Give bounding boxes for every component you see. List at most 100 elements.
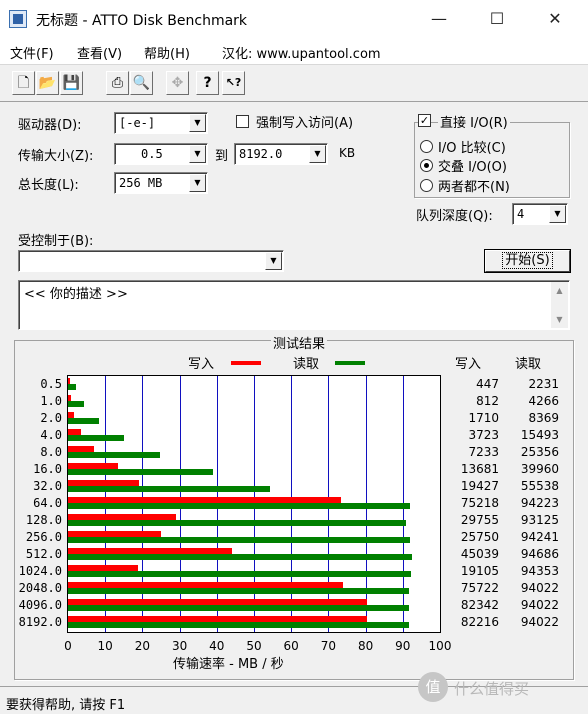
read-bar (68, 469, 214, 475)
toolbar: 🗋 📂 💾 ⎙ 🔍 ✥ ? ↖? (0, 64, 588, 102)
y-tick-label: 8.0 (40, 445, 62, 459)
results-panel: 测试结果 写入 读取 写入 读取 传输速率 - MB / 秒 0.5 447 223… (14, 333, 574, 680)
write-speed-value: 29755 (460, 513, 499, 527)
help-icon[interactable]: ? (196, 71, 219, 95)
move-icon[interactable]: ✥ (166, 71, 189, 95)
write-speed-value: 25750 (460, 530, 499, 544)
read-speed-value: 94022 (520, 581, 559, 595)
neither-label: 两者都不(N) (438, 180, 510, 195)
start-button[interactable]: 开始(S) (485, 250, 570, 272)
x-axis-title: 传输速率 - MB / 秒 (173, 657, 284, 672)
description-field[interactable]: << 你的描述 >> ▲ ▼ (18, 280, 570, 330)
read-speed-value: 93125 (520, 513, 559, 527)
write-speed-value: 75722 (460, 581, 499, 595)
write-speed-value: 82216 (460, 615, 499, 629)
status-text: 要获得帮助, 请按 F1 (6, 698, 126, 713)
y-tick-label: 4096.0 (18, 598, 62, 612)
write-speed-value: 45039 (460, 547, 499, 561)
force-write-checkbox[interactable] (236, 115, 249, 128)
menu-localization-note[interactable]: 汉化: www.upantool.com (222, 43, 381, 62)
x-tick-label: 90 (395, 639, 411, 653)
chevron-down-icon[interactable]: ▼ (265, 252, 282, 270)
write-speed-value: 3723 (468, 428, 499, 442)
new-file-icon[interactable]: 🗋 (12, 71, 35, 95)
read-bar (68, 418, 99, 424)
neither-radio[interactable] (420, 179, 433, 192)
read-speed-value: 94022 (520, 598, 559, 612)
watermark: 值 什么值得买 (418, 668, 586, 708)
y-tick-label: 1024.0 (18, 564, 62, 578)
transfer-size-label: 传输大小(Z): (18, 149, 94, 164)
direct-io-checkbox[interactable]: ✓ (418, 114, 431, 127)
menu-view[interactable]: 查看(V) (77, 43, 122, 62)
read-bar (68, 503, 411, 509)
y-tick-label: 1.0 (40, 394, 62, 408)
queue-depth-select[interactable]: 4 ▼ (512, 203, 568, 225)
print-icon[interactable]: ⎙ (106, 71, 129, 95)
menu-bar: 文件(F) 查看(V) 帮助(H) 汉化: www.upantool.com (0, 38, 588, 64)
x-tick-label: 30 (171, 639, 188, 653)
write-speed-value: 13681 (460, 462, 499, 476)
drive-label: 驱动器(D): (18, 118, 82, 133)
read-speed-value: 8369 (528, 411, 559, 425)
description-scrollbar[interactable]: ▲ ▼ (551, 282, 568, 328)
open-folder-icon[interactable]: 📂 (36, 71, 59, 95)
total-length-label: 总长度(L): (18, 178, 79, 193)
write-speed-value: 75218 (460, 496, 499, 510)
read-speed-value: 94022 (520, 615, 559, 629)
scroll-down-icon[interactable]: ▼ (551, 311, 568, 328)
chevron-down-icon[interactable]: ▼ (309, 145, 326, 163)
write-speed-value: 447 (476, 377, 499, 391)
print-preview-icon[interactable]: 🔍 (130, 71, 153, 95)
x-tick-label: 60 (283, 639, 299, 653)
save-icon[interactable]: 💾 (60, 71, 83, 95)
chevron-down-icon[interactable]: ▼ (189, 145, 206, 163)
chart-plot-area (67, 375, 441, 633)
io-compare-radio[interactable] (420, 140, 433, 153)
transfer-size-to-select[interactable]: 8192.0 ▼ (234, 143, 328, 165)
drive-value: [-e-] (119, 116, 156, 130)
transfer-size-from-select[interactable]: 0.5 ▼ (114, 143, 208, 165)
controlled-by-select[interactable]: ▼ (18, 250, 284, 272)
write-speed-value: 19427 (460, 479, 499, 493)
to-label: 到 (215, 149, 229, 164)
read-bar (68, 435, 125, 441)
read-speed-value: 4266 (528, 394, 559, 408)
minimize-button[interactable]: — (416, 5, 462, 33)
force-write-label: 强制写入访问(A) (256, 116, 354, 131)
x-tick-label: 50 (246, 639, 262, 653)
scroll-up-icon[interactable]: ▲ (551, 282, 568, 299)
maximize-button[interactable]: ☐ (474, 5, 520, 33)
write-speed-value: 7233 (468, 445, 499, 459)
y-tick-label: 128.0 (25, 513, 62, 527)
menu-help[interactable]: 帮助(H) (144, 43, 190, 62)
write-speed-value: 1710 (468, 411, 499, 425)
read-speed-value: 94686 (520, 547, 559, 561)
legend-write-label: 写入 (188, 357, 215, 372)
read-speed-value: 39960 (520, 462, 559, 476)
chevron-down-icon[interactable]: ▼ (189, 114, 206, 132)
y-tick-label: 0.5 (40, 377, 62, 391)
window-title: 无标题 - ATTO Disk Benchmark (36, 13, 248, 29)
total-length-value: 256 MB (119, 176, 163, 190)
read-speed-value: 94241 (520, 530, 559, 544)
watermark-logo: 值 (418, 672, 448, 702)
y-tick-label: 512.0 (25, 547, 62, 561)
y-tick-label: 64.0 (33, 496, 62, 510)
drive-select[interactable]: [-e-] ▼ (114, 112, 208, 134)
menu-file[interactable]: 文件(F) (10, 43, 54, 62)
queue-depth-value: 4 (517, 207, 525, 221)
read-bar (68, 452, 161, 458)
read-speed-value: 94353 (520, 564, 559, 578)
context-help-icon[interactable]: ↖? (222, 71, 245, 95)
x-tick-label: 40 (209, 639, 225, 653)
read-bar (68, 622, 410, 628)
overlapped-io-radio[interactable] (420, 159, 433, 172)
close-button[interactable]: ✕ (532, 5, 578, 33)
y-tick-label: 4.0 (40, 428, 62, 442)
x-tick-label: 100 (428, 639, 452, 653)
chevron-down-icon[interactable]: ▼ (549, 205, 566, 223)
read-bar (68, 554, 413, 560)
total-length-select[interactable]: 256 MB ▼ (114, 172, 208, 194)
chevron-down-icon[interactable]: ▼ (189, 174, 206, 192)
